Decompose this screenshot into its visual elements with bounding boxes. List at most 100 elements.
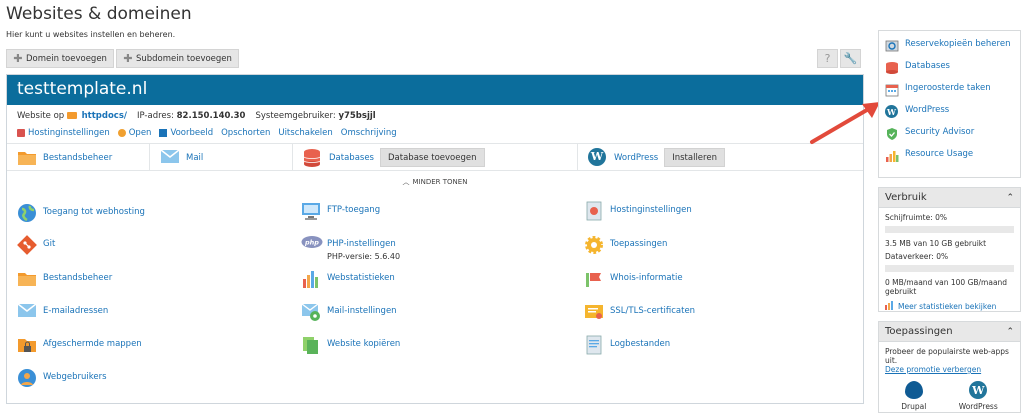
tile-whois[interactable]: Whois-informatie bbox=[584, 269, 683, 289]
app-icons: Drupal W WordPress bbox=[885, 381, 1014, 411]
resource-usage-icon bbox=[885, 149, 899, 163]
more-stats-label: Meer statistieken bekijken bbox=[898, 301, 997, 311]
tile-logs[interactable]: Logbestanden bbox=[584, 335, 670, 355]
add-domain-button[interactable]: ✚ Domein toevoegen bbox=[6, 49, 114, 68]
show-less-label: MINDER TONEN bbox=[412, 178, 468, 186]
svg-text:php: php bbox=[304, 239, 319, 247]
sidebar-links: Reservekopieën beheren Databases Ingeroo… bbox=[878, 30, 1021, 178]
apps-panel-header[interactable]: Toepassingen ⌃ bbox=[879, 322, 1020, 342]
app-drupal[interactable]: Drupal bbox=[901, 381, 926, 411]
more-stats-link[interactable]: Meer statistieken bekijken bbox=[885, 300, 1014, 312]
globe-icon bbox=[17, 203, 37, 223]
quick-wordpress-link[interactable]: WordPress bbox=[614, 153, 658, 163]
whois-icon bbox=[584, 269, 604, 289]
backup-icon bbox=[885, 39, 899, 53]
traffic-usage-bar bbox=[885, 265, 1014, 272]
ip-info: IP-adres: 82.150.140.30 bbox=[137, 111, 246, 121]
docroot-link[interactable]: httpdocs/ bbox=[82, 111, 127, 121]
tile-apps[interactable]: Toepassingen bbox=[584, 235, 667, 255]
add-database-button[interactable]: Database toevoegen bbox=[380, 148, 485, 167]
shield-icon bbox=[885, 127, 899, 141]
traffic-usage-label: Dataverkeer: 0% bbox=[885, 252, 949, 261]
domain-card: testtemplate.nl Website op httpdocs/ IP-… bbox=[6, 74, 864, 404]
open-link[interactable]: Open bbox=[117, 128, 152, 138]
preview-link[interactable]: Voorbeeld bbox=[159, 128, 213, 138]
quick-mail[interactable]: Mail bbox=[149, 144, 203, 171]
description-link[interactable]: Omschrijving bbox=[341, 128, 397, 138]
tile-protected-dirs[interactable]: Afgeschermde mappen bbox=[17, 335, 142, 355]
php-version: PHP-versie: 5.6.40 bbox=[327, 252, 401, 261]
mail-settings-label: Mail-instellingen bbox=[327, 306, 397, 316]
sidebar-item-security-advisor-label: Security Advisor bbox=[905, 127, 975, 137]
tile-web-stats[interactable]: Webstatistieken bbox=[301, 269, 395, 289]
add-subdomain-button[interactable]: ✚ Subdomein toevoegen bbox=[115, 49, 239, 68]
wrench-icon[interactable]: 🔧 bbox=[840, 49, 861, 68]
disable-link[interactable]: Uitschakelen bbox=[278, 128, 332, 138]
sidebar-item-security-advisor[interactable]: Security Advisor bbox=[885, 127, 1014, 141]
globe-icon bbox=[117, 128, 126, 137]
drupal-icon bbox=[904, 381, 923, 399]
tile-php[interactable]: php PHP-instellingen PHP-versie: 5.6.40 bbox=[301, 235, 400, 261]
sysuser-label: Systeemgebruiker: bbox=[255, 111, 336, 121]
tile-email[interactable]: E-mailadressen bbox=[17, 302, 108, 322]
folder-icon bbox=[17, 269, 37, 289]
sidebar-item-wordpress[interactable]: W WordPress bbox=[885, 105, 1014, 119]
quick-mail-label: Mail bbox=[186, 152, 204, 163]
disk-usage-text: 3.5 MB van 10 GB gebruikt bbox=[885, 239, 987, 248]
sidebar-item-scheduled-tasks[interactable]: Ingeroosterde taken bbox=[885, 83, 1014, 97]
tile-file-manager[interactable]: Bestandsbeheer bbox=[17, 269, 112, 289]
suspend-link[interactable]: Opschorten bbox=[221, 128, 270, 138]
tile-git[interactable]: Git bbox=[17, 235, 55, 255]
sidebar-item-backups[interactable]: Reservekopieën beheren bbox=[885, 39, 1014, 53]
install-wordpress-button[interactable]: Installeren bbox=[664, 148, 725, 167]
certificate-icon bbox=[584, 302, 604, 322]
protected-dirs-label: Afgeschermde mappen bbox=[43, 339, 142, 349]
chevron-up-icon[interactable]: ⌃ bbox=[1006, 327, 1014, 337]
add-domain-label: Domein toevoegen bbox=[26, 53, 107, 64]
chevron-up-icon[interactable]: ⌃ bbox=[1006, 193, 1014, 203]
tile-ssl[interactable]: SSL/TLS-certificaten bbox=[584, 302, 695, 322]
domain-links: Hostinginstellingen Open Voorbeeld Opsch… bbox=[17, 128, 397, 138]
app-wordpress[interactable]: W WordPress bbox=[959, 381, 998, 411]
tile-webhosting-access[interactable]: Toegang tot webhosting bbox=[17, 203, 145, 223]
hosting-settings-label: Hostinginstellingen bbox=[610, 205, 692, 215]
quick-databases-link[interactable]: Databases bbox=[329, 153, 374, 163]
ftp-label: FTP-toegang bbox=[327, 205, 381, 215]
mail-icon bbox=[17, 302, 37, 322]
hosting-settings-link[interactable]: Hostinginstellingen bbox=[17, 128, 110, 138]
help-icon[interactable]: ? bbox=[817, 49, 838, 68]
sidebar-item-databases[interactable]: Databases bbox=[885, 61, 1014, 75]
mail-icon bbox=[160, 148, 180, 168]
tile-mail-settings[interactable]: Mail-instellingen bbox=[301, 302, 397, 322]
usage-panel-header[interactable]: Verbruik ⌃ bbox=[879, 188, 1020, 208]
add-subdomain-label: Subdomein toevoegen bbox=[135, 53, 232, 64]
hosting-settings-icon bbox=[584, 201, 604, 221]
php-label: PHP-instellingen bbox=[327, 239, 396, 249]
open-label: Open bbox=[128, 128, 152, 138]
usage-title: Verbruik bbox=[885, 192, 927, 203]
git-icon bbox=[17, 235, 37, 255]
toolbar: ✚ Domein toevoegen ✚ Subdomein toevoegen bbox=[6, 49, 239, 68]
tile-ftp[interactable]: FTP-toegang bbox=[301, 201, 380, 221]
app-drupal-label: Drupal bbox=[901, 402, 927, 411]
file-manager-label: Bestandsbeheer bbox=[43, 273, 113, 283]
whois-label: Whois-informatie bbox=[610, 273, 683, 283]
apps-body: Probeer de populairste web-apps uit. Dez… bbox=[879, 342, 1020, 416]
tile-hosting-settings[interactable]: Hostinginstellingen bbox=[584, 201, 692, 221]
app-wordpress-label: WordPress bbox=[958, 402, 998, 411]
preview-icon bbox=[159, 128, 168, 137]
quick-files-label: Bestandsbeheer bbox=[43, 152, 113, 163]
page-title: Websites & domeinen bbox=[6, 4, 192, 24]
sidebar-item-resource-usage[interactable]: Resource Usage bbox=[885, 149, 1014, 163]
hide-promo-link[interactable]: Deze promotie verbergen bbox=[885, 365, 1014, 374]
apps-title: Toepassingen bbox=[885, 326, 953, 337]
tile-copy-site[interactable]: Website kopiëren bbox=[301, 335, 400, 355]
ip-label: IP-adres: bbox=[136, 111, 174, 121]
plus-icon: ✚ bbox=[123, 51, 133, 65]
show-less-toggle[interactable]: ︿ MINDER TONEN bbox=[7, 177, 863, 187]
wordpress-icon: W bbox=[969, 381, 988, 399]
sysuser-value: y75bsjjl bbox=[338, 111, 376, 121]
tile-web-users[interactable]: Webgebruikers bbox=[17, 368, 107, 388]
quick-files[interactable]: Bestandsbeheer bbox=[17, 144, 112, 171]
domain-name[interactable]: testtemplate.nl bbox=[7, 75, 863, 105]
